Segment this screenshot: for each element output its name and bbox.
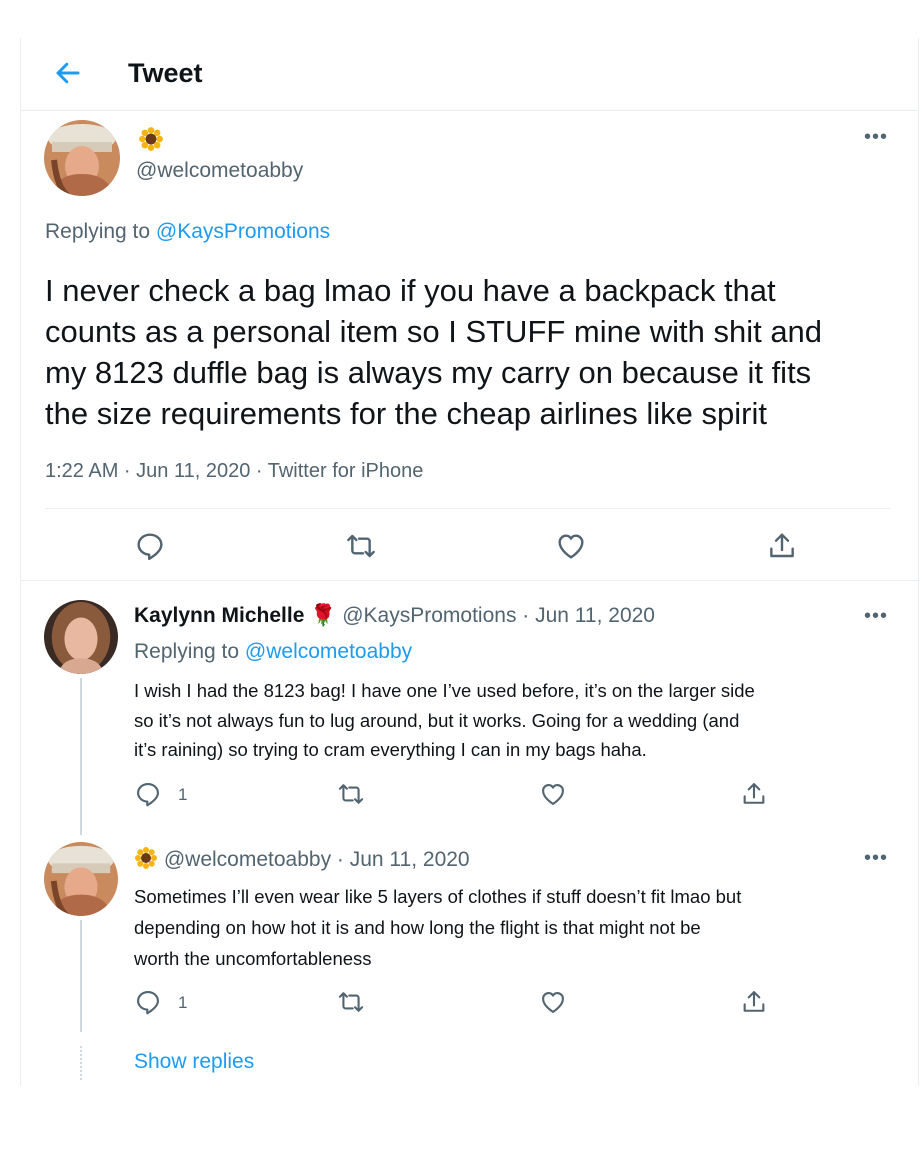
like-icon[interactable] [539, 780, 567, 808]
tweet-text-line: the size requirements for the cheap airl… [45, 396, 767, 431]
divider [45, 508, 890, 509]
replying-to: Replying to @welcometoabby [134, 640, 412, 664]
reply-mention-link[interactable]: @welcometoabby [245, 640, 412, 663]
thread-dots [80, 1046, 84, 1080]
more-icon[interactable]: ••• [864, 126, 888, 149]
retweet-icon[interactable] [345, 530, 377, 562]
rose-emoji-icon: 🌹 [310, 604, 337, 627]
reply-mention-link[interactable]: @KaysPromotions [156, 220, 330, 243]
replying-label: Replying to [45, 220, 151, 243]
like-icon[interactable] [539, 988, 567, 1016]
tweet-meta: 1:22 AM · Jun 11, 2020 · Twitter for iPh… [45, 460, 424, 482]
author-handle-date[interactable]: @KaysPromotions · Jun 11, 2020 [342, 604, 655, 627]
reply-text-line: I wish I had the 8123 bag! I have one I’… [134, 680, 755, 701]
share-icon[interactable] [740, 988, 768, 1016]
reply-text-line: depending on how hot it is and how long … [134, 917, 701, 938]
reply-text-line: worth the uncomfortableness [134, 948, 372, 969]
reply-count: 1 [178, 785, 188, 804]
header: Tweet [21, 38, 918, 111]
reply-count: 1 [178, 993, 188, 1012]
author-handle-date[interactable]: @welcometoabby · Jun 11, 2020 [164, 848, 470, 871]
reply-icon[interactable] [134, 530, 166, 562]
reply-text: Sometimes I’ll even wear like 5 layers o… [134, 881, 741, 974]
more-icon[interactable]: ••• [864, 847, 888, 870]
retweet-icon[interactable] [337, 780, 365, 808]
avatar[interactable] [44, 120, 120, 196]
replying-label: Replying to [134, 640, 240, 663]
tweet-text-line: I never check a bag lmao if you have a b… [45, 273, 776, 308]
reply-text-line: Sometimes I’ll even wear like 5 layers o… [134, 886, 742, 907]
tweet-text-line: counts as a personal item so I STUFF min… [45, 314, 823, 349]
more-icon[interactable]: ••• [864, 605, 888, 628]
show-replies-link[interactable]: Show replies [134, 1050, 254, 1074]
reply-icon[interactable] [134, 780, 162, 808]
avatar[interactable] [44, 842, 118, 916]
retweet-icon[interactable] [337, 988, 365, 1016]
tweet-text-line: my 8123 duffle bag is always my carry on… [45, 355, 812, 390]
sunflower-emoji-icon [134, 846, 158, 870]
reply-header: @welcometoabby · Jun 11, 2020 [134, 846, 470, 872]
reply-text-line: it’s raining) so trying to cram everythi… [134, 739, 647, 760]
avatar[interactable] [44, 600, 118, 674]
back-arrow-icon[interactable] [53, 58, 83, 88]
share-icon[interactable] [740, 780, 768, 808]
author-handle[interactable]: @welcometoabby [136, 159, 303, 183]
divider [21, 580, 918, 581]
page-title: Tweet [128, 58, 203, 88]
sunflower-emoji-icon [138, 126, 164, 152]
reply-text-line: so it’s not always fun to lug around, bu… [134, 709, 740, 731]
reply-text: I wish I had the 8123 bag! I have one I’… [134, 676, 755, 765]
author-name[interactable]: Kaylynn Michelle [134, 604, 304, 627]
tweet-panel: Tweet @welcometoabby ••• Replying to @Ka… [20, 38, 919, 1086]
thread-line [80, 920, 82, 1032]
replying-to: Replying to @KaysPromotions [45, 220, 330, 244]
thread-line [80, 678, 82, 835]
share-icon[interactable] [766, 530, 798, 562]
reply-icon[interactable] [134, 988, 162, 1016]
tweet-text: I never check a bag lmao if you have a b… [45, 270, 822, 434]
reply-header: Kaylynn Michelle 🌹 @KaysPromotions · Jun… [134, 604, 655, 628]
like-icon[interactable] [555, 530, 587, 562]
